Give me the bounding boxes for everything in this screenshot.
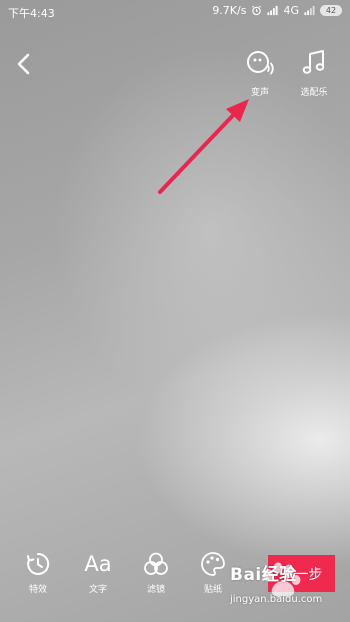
sticker-label: 贴纸 [203,585,222,595]
voice-change-button[interactable]: 变声 [240,48,280,98]
battery-indicator: 42 [320,5,342,16]
network-type: 4G [283,4,299,17]
effects-button[interactable]: 特效 [18,549,58,595]
effects-label: 特效 [28,585,47,595]
text-label: 文字 [88,585,107,595]
signal-icon [267,5,279,16]
signal-icon-secondary [304,5,315,16]
filter-circles-icon [144,552,168,575]
select-music-button[interactable]: 选配乐 [294,48,334,98]
filter-button[interactable]: 滤镜 [136,549,176,595]
watermark-logo: Bai经验 [230,565,297,585]
select-music-label: 选配乐 [300,88,328,98]
watermark-url: jingyan.baidu.com [230,594,323,605]
voice-change-icon [247,51,274,75]
text-aa-icon: Aa [84,552,112,576]
status-indicators: 9.7K/s 4G 42 [212,4,342,17]
back-button[interactable] [12,50,36,78]
network-speed: 9.7K/s [212,4,247,17]
status-time: 下午4:43 [8,7,55,20]
text-button[interactable]: Aa 文字 [78,549,118,595]
video-editor-screen: 下午4:43 9.7K/s 4G 42 变声 选配乐 特效 Aa 文字 滤镜 贴… [0,0,350,622]
sticker-palette-icon [201,552,225,576]
sticker-button[interactable]: 贴纸 [193,549,233,595]
voice-change-label: 变声 [250,88,269,98]
alarm-icon [252,5,262,16]
effects-timer-icon [27,552,50,575]
status-bar: 下午4:43 9.7K/s 4G 42 [0,0,350,24]
music-note-icon [302,50,325,74]
chevron-left-icon [17,53,30,75]
filter-label: 滤镜 [146,585,165,595]
